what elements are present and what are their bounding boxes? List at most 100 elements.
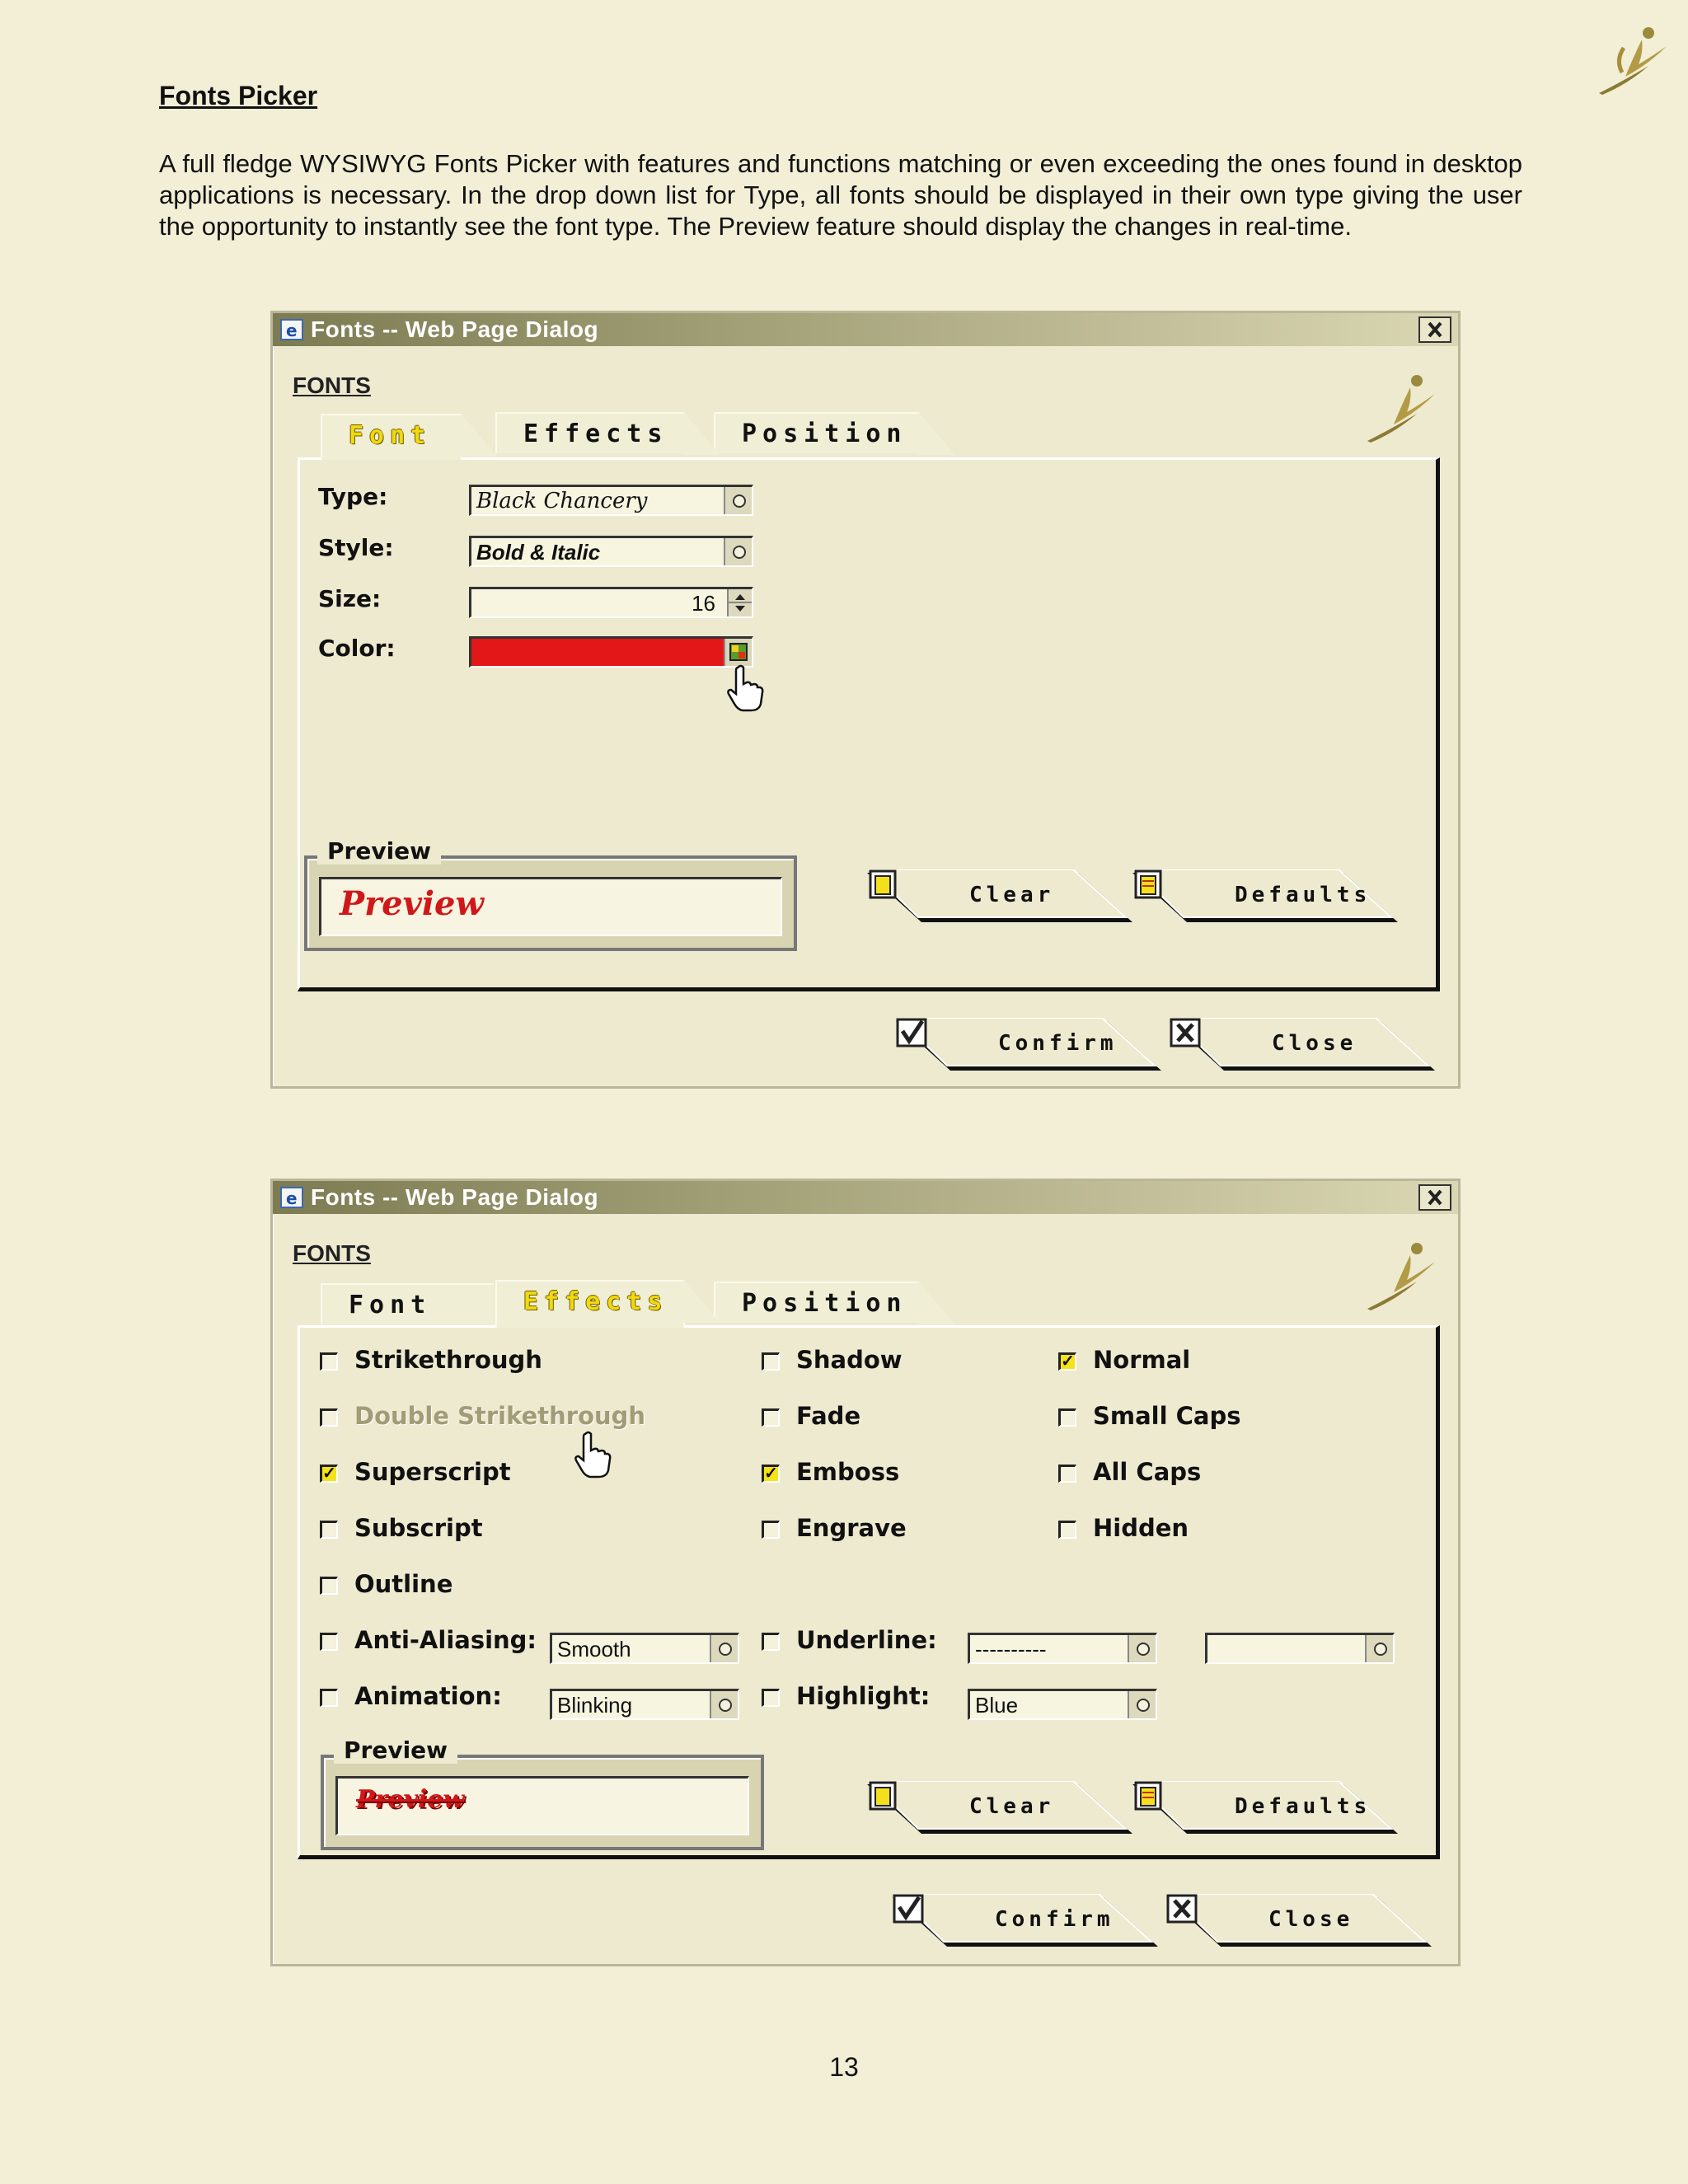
animation-dropdown-button[interactable]	[710, 1691, 738, 1718]
type-value: Black Chancery	[476, 489, 648, 513]
anti-aliasing-checkbox[interactable]	[320, 1633, 338, 1651]
tab-position[interactable]: Position	[714, 412, 954, 455]
close-icon	[1428, 1189, 1442, 1206]
shadow-label: Shadow	[796, 1346, 903, 1374]
preview-box: Preview	[319, 877, 782, 936]
fonts-dialog-font-tab: e Fonts -- Web Page Dialog FONTS Positio…	[270, 311, 1461, 1089]
color-picker[interactable]	[469, 636, 753, 668]
hidden-label: Hidden	[1093, 1514, 1189, 1542]
defaults-button[interactable]: Defaults	[1132, 869, 1404, 926]
underline-color-dropdown-button[interactable]	[1365, 1635, 1393, 1662]
page-title: Fonts Picker	[159, 81, 318, 110]
fonts-heading: FONTS	[293, 1240, 371, 1266]
small-caps-checkbox[interactable]	[1058, 1408, 1076, 1427]
page-number: 13	[829, 2052, 859, 2082]
outline-checkbox[interactable]	[320, 1577, 338, 1595]
x-icon	[1170, 1018, 1201, 1047]
svg-text:e: e	[286, 1188, 298, 1208]
fonts-heading: FONTS	[293, 373, 371, 398]
underline-color-select[interactable]	[1205, 1633, 1395, 1664]
title-close-button[interactable]	[1418, 1184, 1451, 1211]
style-select[interactable]: Bold & Italic	[469, 536, 753, 567]
defaults-button[interactable]: Defaults	[1132, 1781, 1404, 1837]
underline-label: Underline:	[796, 1626, 937, 1654]
underline-value: ----------	[975, 1637, 1047, 1661]
ie-icon: e	[280, 319, 303, 340]
font-panel: Type: Black Chancery Style: Bold & Itali…	[298, 457, 1440, 991]
underline-select[interactable]: ----------	[968, 1633, 1157, 1664]
tab-position[interactable]: Position	[714, 1282, 954, 1324]
all-caps-checkbox[interactable]	[1058, 1465, 1076, 1483]
underline-dropdown-button[interactable]	[1128, 1635, 1156, 1662]
svg-text:e: e	[286, 321, 298, 340]
dancer-logo-icon	[1599, 27, 1667, 95]
preview-group: Preview Preview	[321, 1736, 764, 1850]
tab-effects[interactable]: Effects	[495, 1280, 720, 1328]
color-label: Color:	[318, 635, 396, 662]
clear-button[interactable]: Clear	[867, 869, 1139, 926]
defaults-icon	[1134, 869, 1162, 899]
emboss-checkbox[interactable]: ✓	[762, 1465, 780, 1483]
confirm-button[interactable]: Confirm	[893, 1894, 1165, 1950]
close-icon	[1428, 321, 1442, 338]
dialog-title: Fonts -- Web Page Dialog	[311, 316, 599, 342]
color-picker-button[interactable]	[724, 639, 752, 666]
engrave-checkbox[interactable]	[762, 1521, 780, 1539]
spin-arrows-icon	[729, 594, 752, 612]
superscript-label: Superscript	[354, 1458, 511, 1486]
dancer-logo-icon	[1367, 375, 1435, 443]
close-button[interactable]: Close	[1166, 1894, 1438, 1950]
checkmark-icon	[896, 1018, 927, 1047]
superscript-checkbox[interactable]: ✓	[320, 1465, 338, 1483]
close-button[interactable]: Close	[1170, 1018, 1442, 1074]
highlight-value: Blue	[975, 1693, 1019, 1718]
size-value: 16	[692, 591, 715, 616]
underline-checkbox[interactable]	[762, 1633, 780, 1651]
title-close-button[interactable]	[1418, 316, 1451, 343]
type-select[interactable]: Black Chancery	[469, 485, 753, 516]
style-dropdown-button[interactable]	[724, 538, 752, 565]
normal-label: Normal	[1093, 1346, 1191, 1374]
engrave-label: Engrave	[796, 1514, 907, 1542]
size-stepper[interactable]: 16	[469, 587, 753, 618]
fonts-dialog-effects-tab: e Fonts -- Web Page Dialog FONTS Positio…	[270, 1179, 1461, 1966]
animation-checkbox[interactable]	[320, 1689, 338, 1707]
confirm-button[interactable]: Confirm	[896, 1018, 1168, 1074]
small-caps-label: Small Caps	[1093, 1402, 1241, 1430]
anti-aliasing-value: Smooth	[557, 1637, 631, 1661]
preview-group: Preview Preview	[304, 837, 797, 951]
preview-box: Preview	[335, 1776, 749, 1835]
preview-text: Preview	[356, 1785, 465, 1814]
hidden-checkbox[interactable]	[1058, 1521, 1076, 1539]
dialog-titlebar: e Fonts -- Web Page Dialog	[273, 313, 1458, 346]
tab-font[interactable]: Font	[321, 414, 497, 460]
type-dropdown-button[interactable]	[724, 487, 752, 514]
tab-font[interactable]: Font	[321, 1283, 528, 1326]
type-label: Type:	[318, 483, 388, 510]
highlight-select[interactable]: Blue	[968, 1689, 1157, 1720]
tab-effects[interactable]: Effects	[495, 412, 720, 455]
confirm-label: Confirm	[995, 1907, 1114, 1932]
anti-aliasing-dropdown-button[interactable]	[710, 1635, 738, 1662]
strikethrough-label: Strikethrough	[354, 1346, 542, 1374]
hand-cursor-icon	[574, 1431, 612, 1479]
strikethrough-checkbox[interactable]	[320, 1352, 338, 1371]
clear-label: Clear	[969, 1794, 1055, 1819]
animation-select[interactable]: Blinking	[550, 1689, 739, 1720]
anti-aliasing-label: Anti-Aliasing:	[354, 1626, 537, 1654]
highlight-dropdown-button[interactable]	[1128, 1691, 1156, 1718]
subscript-checkbox[interactable]	[320, 1521, 338, 1539]
defaults-icon	[1134, 1781, 1162, 1811]
normal-checkbox[interactable]: ✓	[1058, 1352, 1076, 1371]
double-strikethrough-checkbox[interactable]	[320, 1408, 338, 1427]
defaults-label: Defaults	[1235, 883, 1372, 907]
anti-aliasing-select[interactable]: Smooth	[550, 1633, 739, 1664]
highlight-checkbox[interactable]	[762, 1689, 780, 1707]
size-spin-buttons[interactable]	[727, 589, 752, 616]
close-label: Close	[1268, 1907, 1354, 1932]
clear-button[interactable]: Clear	[867, 1781, 1139, 1837]
subscript-label: Subscript	[354, 1514, 483, 1542]
preview-legend: Preview	[317, 837, 442, 865]
fade-checkbox[interactable]	[762, 1408, 780, 1427]
shadow-checkbox[interactable]	[762, 1352, 780, 1371]
